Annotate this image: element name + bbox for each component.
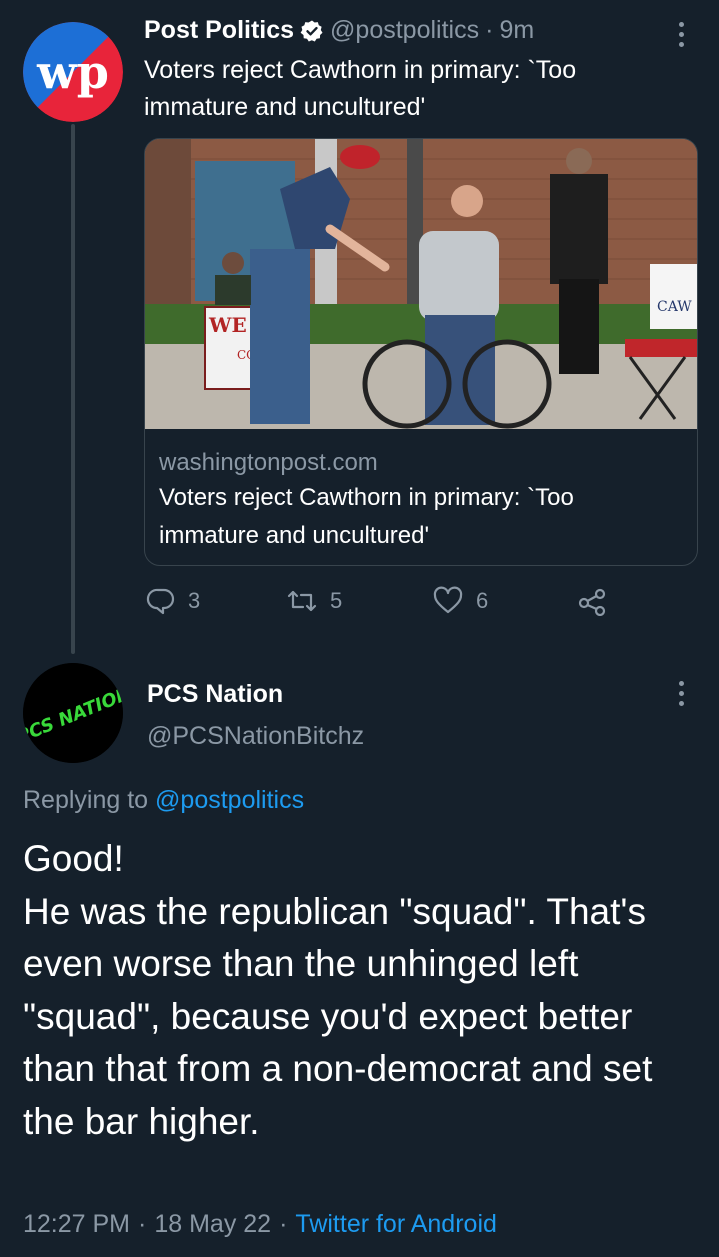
like-count: 6	[476, 588, 489, 613]
share-icon	[578, 588, 606, 616]
reply-icon	[146, 588, 175, 615]
tweet-date[interactable]: 18 May 22	[154, 1210, 271, 1239]
thread-line	[71, 124, 75, 654]
dot-separator: ·	[138, 1210, 147, 1238]
tweet-footer: 12:27 PM · 18 May 22 · Twitter for Andro…	[23, 1210, 497, 1239]
pcs-nation-avatar[interactable]: PCS NATION	[23, 663, 123, 763]
tweet1-header: Post Politics @postpolitics · 9m	[144, 16, 534, 45]
replying-to: Replying to @postpolitics	[23, 786, 304, 815]
tweet1-text: Voters reject Cawthorn in primary: `Too …	[144, 56, 577, 121]
article-photo[interactable]: WE CONG CAW	[145, 139, 697, 429]
reply-count: 3	[188, 588, 201, 613]
post-politics-avatar[interactable]: wp	[23, 22, 123, 122]
reply-text: Good! He was the republican "squad". Tha…	[23, 838, 653, 1142]
retweet-action[interactable]: 5	[286, 586, 342, 616]
more-options-icon[interactable]	[679, 681, 689, 711]
card-title: Voters reject Cawthorn in primary: `Too …	[159, 484, 574, 549]
washington-post-logo: wp	[23, 22, 123, 122]
card-domain: washingtonpost.com	[159, 449, 378, 476]
tweet-time[interactable]: 12:27 PM	[23, 1210, 130, 1239]
more-options-icon[interactable]	[679, 22, 689, 52]
replying-handle-link[interactable]: @postpolitics	[155, 786, 304, 814]
replying-prefix: Replying to	[23, 786, 149, 814]
retweet-count: 5	[330, 588, 343, 613]
verified-badge-icon	[300, 19, 324, 43]
pcs-nation-logo: PCS NATION	[23, 663, 123, 763]
pcs-author-name[interactable]: PCS Nation	[147, 680, 283, 709]
link-card[interactable]: WE CONG CAW washingtonpost.com Voters re…	[144, 138, 698, 566]
left-sign-text: WE	[208, 313, 247, 337]
tweet-time[interactable]: 9m	[499, 16, 534, 45]
share-action[interactable]	[576, 586, 608, 616]
right-sign-text: CAW	[657, 299, 692, 315]
heart-icon	[433, 586, 463, 614]
dot-separator: ·	[485, 16, 494, 44]
author-handle[interactable]: @postpolitics	[330, 16, 479, 45]
source-link[interactable]: Twitter for Android	[295, 1210, 496, 1239]
dot-separator: ·	[279, 1210, 288, 1238]
pcs-author-handle[interactable]: @PCSNationBitchz	[147, 722, 364, 751]
svg-text:wp: wp	[36, 45, 109, 99]
like-action[interactable]: 6	[432, 586, 488, 616]
author-name[interactable]: Post Politics	[144, 16, 294, 45]
reply-action[interactable]: 3	[146, 586, 200, 616]
retweet-icon	[287, 590, 317, 612]
